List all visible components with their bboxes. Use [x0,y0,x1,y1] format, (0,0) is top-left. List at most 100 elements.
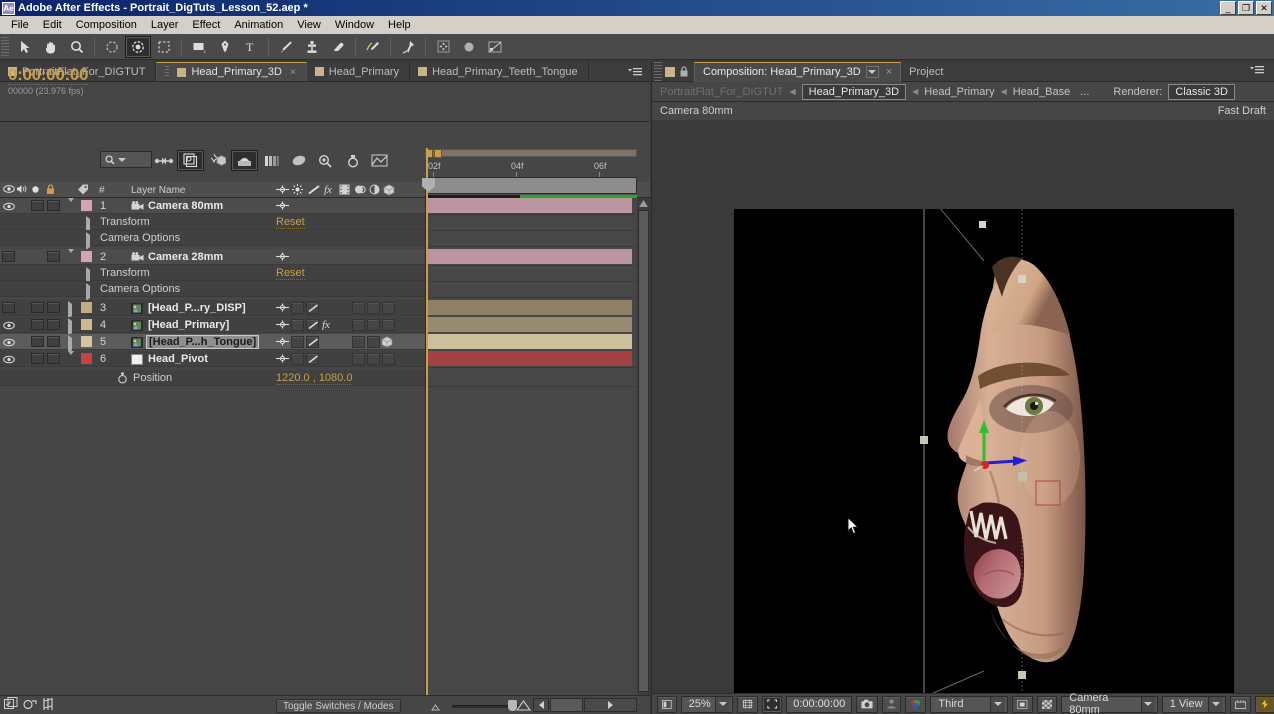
track-xy-camera-tool[interactable] [151,36,177,58]
breadcrumb-item-head-base[interactable]: Head_Base [1013,86,1071,98]
layer-visibility-toggle[interactable] [2,199,16,213]
minimize-button[interactable]: _ [1220,1,1236,15]
close-icon[interactable]: × [886,66,892,78]
reset-link[interactable]: Reset [276,267,305,280]
eraser-tool[interactable] [325,36,351,58]
menu-help[interactable]: Help [381,17,418,33]
layer-3d-switch[interactable] [381,336,393,351]
layer-color-swatch[interactable] [81,319,92,330]
fast-previews-button[interactable] [1255,695,1274,713]
layer-name[interactable]: [Head_P...ry_DISP] [148,302,246,314]
timeline-search-input[interactable] [100,151,152,168]
layer-solo-switch[interactable] [291,336,304,348]
parent-pick-icon[interactable] [276,303,289,315]
motion-blur-icon[interactable] [258,150,285,171]
layer-motion-blur-switch[interactable] [306,336,319,348]
parent-pick-icon[interactable] [276,337,289,349]
property-expand-triangle[interactable] [86,283,90,301]
orbit-camera-tool[interactable] [125,35,151,58]
parent-pick-icon[interactable] [276,354,289,366]
close-button[interactable]: ✕ [1256,1,1272,15]
chevron-down-icon[interactable] [865,66,879,78]
layer-color-swatch[interactable] [81,336,92,347]
motion-sketch-icon[interactable] [339,150,366,171]
panel-menu-icon[interactable] [1250,65,1274,78]
layer-expand-triangle[interactable] [68,198,74,214]
layer-adjustment-switch[interactable] [367,319,380,331]
layer-bar[interactable] [426,300,632,315]
brush-tool[interactable] [273,36,299,58]
current-time-indicator[interactable] [426,148,428,714]
menu-layer[interactable]: Layer [144,17,186,33]
zoom-out-timeline-icon[interactable] [430,702,441,714]
layer-quality-switch[interactable] [352,302,365,314]
restore-button[interactable]: ❐ [1238,1,1254,15]
layer-name[interactable]: [Head_Primary] [148,319,229,331]
comp-flowchart-icon[interactable] [4,696,18,714]
shape-tool[interactable] [186,36,212,58]
layer-lock-toggle[interactable] [47,302,60,313]
viewer-timecode[interactable]: 0:00:00:00 [786,695,853,713]
toggle-transparency-grid-button[interactable] [1036,695,1058,713]
timeline-scrub-bar[interactable] [425,177,637,194]
scrollbar-thumb[interactable] [638,210,649,692]
layer-name[interactable]: Head_Pivot [148,353,208,365]
breadcrumb-ellipsis[interactable]: ... [1080,86,1089,98]
tab-head-primary-3d[interactable]: Head_Primary_3D × [156,62,307,81]
layer-color-swatch[interactable] [81,251,92,262]
draft-3d-icon[interactable] [177,150,204,171]
property-expand-triangle[interactable] [86,232,90,250]
panel-menu-icon[interactable] [620,62,650,81]
layer-bar[interactable] [426,334,632,349]
show-channel-button[interactable] [905,695,927,713]
toggle-mask-shape-visibility-button[interactable] [761,695,783,713]
layer-name[interactable]: Camera 80mm [148,200,223,212]
layer-3d-switch[interactable] [382,302,395,314]
layer-solo-toggle[interactable] [31,319,44,330]
parent-pick-icon[interactable] [276,320,289,332]
selection-tool[interactable] [12,36,38,58]
layer-bar[interactable] [426,351,632,366]
hand-tool[interactable] [38,36,64,58]
layer-quality-switch[interactable] [352,336,365,348]
layer-expand-triangle[interactable] [68,301,72,319]
work-area-bar[interactable] [425,149,637,157]
zoom-in-timeline-icon[interactable] [515,700,532,714]
region-of-interest-button[interactable] [1012,695,1033,713]
layer-3d-switch[interactable] [382,319,395,331]
stopwatch-icon[interactable] [117,372,128,387]
layer-color-swatch[interactable] [81,302,92,313]
layer-visibility-toggle[interactable] [2,251,15,262]
layer-name[interactable]: [Head_P...h_Tongue] [146,335,260,349]
layer-bar[interactable] [426,317,632,332]
property-name[interactable]: Camera Options [100,232,180,244]
layer-solo-toggle[interactable] [31,302,44,313]
layer-solo-switch[interactable] [291,353,304,365]
next-frame-button[interactable] [584,698,637,712]
layer-visibility-toggle[interactable] [2,352,16,366]
move-anchor-icon[interactable] [430,36,456,58]
layer-adjustment-switch[interactable] [367,336,380,348]
type-tool[interactable]: T [238,36,264,58]
graph-chart-icon[interactable] [366,150,393,171]
layer-3d-switch[interactable] [382,353,395,365]
viewer-canvas[interactable] [652,120,1274,711]
layer-expand-triangle[interactable] [68,335,72,353]
menu-edit[interactable]: Edit [36,17,69,33]
layer-lock-toggle[interactable] [47,251,60,262]
parent-pick-icon[interactable] [276,201,289,213]
timeline-vertical-scrollbar[interactable] [637,198,650,714]
layer-visibility-toggle[interactable] [2,318,16,332]
motion-blur-shutter-icon[interactable] [42,697,54,714]
current-time-display[interactable]: 0:00:00:00 [8,65,88,85]
breadcrumb-item-portraitflat[interactable]: PortraitFlat_For_DIGTUT [660,86,783,98]
work-area-end-handle[interactable] [434,149,442,158]
breadcrumb-item-head-primary[interactable]: Head_Primary [924,86,994,98]
layer-lock-toggle[interactable] [47,336,60,347]
layer-color-swatch[interactable] [81,200,92,211]
timeline-graph-area[interactable] [425,198,638,714]
layer-adjustment-switch[interactable] [367,302,380,314]
layer-solo-toggle[interactable] [31,200,44,211]
close-icon[interactable]: × [290,67,296,78]
tab-project[interactable]: Project [901,62,951,82]
